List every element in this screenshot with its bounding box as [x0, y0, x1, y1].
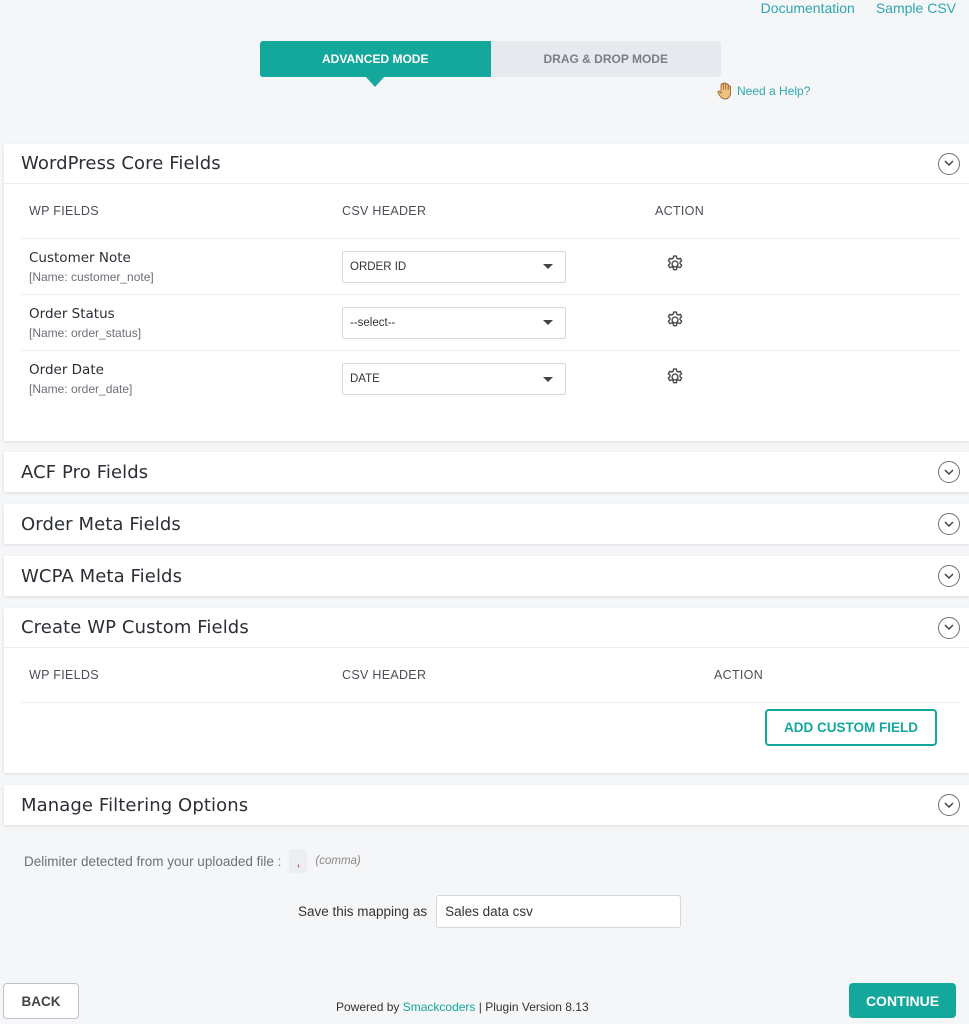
footer-prefix: Powered by: [336, 1000, 400, 1014]
advanced-mode-button[interactable]: ADVANCED MODE: [260, 41, 491, 87]
wordpress-core-fields-panel: WordPress Core Fields WP FIELDS CSV HEAD…: [4, 144, 969, 441]
selected-value: DATE: [350, 373, 380, 385]
save-mapping-row: Save this mapping as: [298, 895, 682, 928]
selected-value: --select--: [350, 316, 396, 329]
gear-icon[interactable]: [665, 254, 685, 274]
panel-title: Order Meta Fields: [21, 513, 181, 535]
mode-switcher: ADVANCED MODE DRAG & DROP MODE: [260, 41, 721, 87]
selected-value: ORDER ID: [350, 260, 407, 273]
panel-title: Manage Filtering Options: [21, 794, 249, 816]
top-links: Documentation Sample CSV: [761, 0, 956, 16]
create-wp-custom-fields-panel: Create WP Custom Fields WP FIELDS CSV HE…: [4, 608, 969, 773]
order-meta-fields-header[interactable]: Order Meta Fields: [4, 504, 969, 544]
chevron-down-icon[interactable]: [938, 461, 960, 483]
field-label: Order Status: [29, 305, 115, 322]
add-custom-field-button[interactable]: ADD CUSTOM FIELD: [765, 709, 937, 746]
caret-down-icon: [543, 264, 553, 269]
footer: Powered by Smackcoders | Plugin Version …: [336, 1000, 589, 1014]
save-mapping-input[interactable]: [436, 895, 682, 928]
csv-header-select[interactable]: DATE: [342, 363, 566, 395]
field-label: Order Date: [29, 362, 104, 378]
caret-down-icon: [543, 376, 553, 382]
smackcoders-link[interactable]: Smackcoders: [403, 1000, 476, 1014]
acf-pro-fields-panel: ACF Pro Fields: [4, 452, 969, 492]
hand-icon: [717, 82, 731, 100]
panel-title: Create WP Custom Fields: [21, 617, 249, 638]
custom-fields-table: WP FIELDS CSV HEADER ACTION: [21, 648, 959, 703]
acf-pro-fields-header[interactable]: ACF Pro Fields: [4, 452, 969, 492]
create-wp-custom-fields-header[interactable]: Create WP Custom Fields: [4, 608, 969, 648]
panel-title: WordPress Core Fields: [21, 153, 221, 174]
delimiter-text: Delimiter detected from your uploaded fi…: [24, 853, 282, 869]
save-mapping-label: Save this mapping as: [298, 904, 428, 919]
field-name: [Name: order_date]: [29, 382, 133, 396]
action-header: ACTION: [655, 204, 705, 218]
drag-drop-mode-button[interactable]: DRAG & DROP MODE: [490, 41, 721, 77]
help-label: Need a Help?: [737, 84, 811, 98]
documentation-link[interactable]: Documentation: [761, 0, 855, 16]
sample-csv-link[interactable]: Sample CSV: [876, 0, 956, 16]
action-header: ACTION: [714, 668, 764, 682]
manage-filtering-options-panel: Manage Filtering Options: [4, 785, 969, 825]
delimiter-info: Delimiter detected from your uploaded fi…: [24, 849, 361, 873]
core-fields-table: WP FIELDS CSV HEADER ACTION Customer Not…: [21, 184, 959, 407]
panel-title: ACF Pro Fields: [21, 461, 149, 483]
manage-filtering-options-header[interactable]: Manage Filtering Options: [4, 785, 969, 825]
field-label: Customer Note: [29, 249, 131, 266]
chevron-down-icon[interactable]: [938, 565, 960, 587]
csv-header-header: CSV HEADER: [342, 668, 427, 682]
gear-icon[interactable]: [665, 310, 685, 330]
table-row: Order Date [Name: order_date] DATE: [21, 351, 959, 407]
delimiter-note: (comma): [315, 855, 361, 867]
table-row: Order Status [Name: order_status] --sele…: [21, 295, 959, 351]
help-link[interactable]: Need a Help?: [716, 82, 810, 100]
chevron-down-icon[interactable]: [938, 616, 960, 639]
wordpress-core-fields-header[interactable]: WordPress Core Fields: [4, 144, 969, 184]
back-button[interactable]: BACK: [3, 983, 79, 1019]
chevron-down-icon[interactable]: [938, 152, 960, 175]
order-meta-fields-panel: Order Meta Fields: [4, 504, 969, 544]
footer-version: | Plugin Version 8.13: [478, 1000, 589, 1014]
wp-fields-header: WP FIELDS: [29, 204, 99, 218]
table-row: Customer Note [Name: customer_note] ORDE…: [21, 239, 959, 295]
wcpa-meta-fields-header[interactable]: WCPA Meta Fields: [4, 556, 969, 596]
wcpa-meta-fields-panel: WCPA Meta Fields: [4, 556, 969, 596]
delimiter-value: ,: [289, 849, 308, 873]
table-header: WP FIELDS CSV HEADER ACTION: [21, 184, 959, 239]
panel-title: WCPA Meta Fields: [21, 565, 183, 587]
field-name: [Name: customer_note]: [29, 269, 154, 284]
field-name: [Name: order_status]: [29, 325, 142, 340]
csv-header-select[interactable]: ORDER ID: [342, 250, 566, 283]
table-header: WP FIELDS CSV HEADER ACTION: [21, 648, 959, 703]
gear-icon[interactable]: [665, 367, 685, 387]
csv-header-select[interactable]: --select--: [342, 306, 566, 339]
wp-fields-header: WP FIELDS: [29, 668, 99, 682]
csv-header-header: CSV HEADER: [342, 204, 427, 218]
chevron-down-icon[interactable]: [938, 794, 960, 816]
continue-button[interactable]: CONTINUE: [849, 983, 956, 1018]
chevron-down-icon[interactable]: [938, 513, 960, 535]
caret-down-icon: [543, 320, 553, 325]
